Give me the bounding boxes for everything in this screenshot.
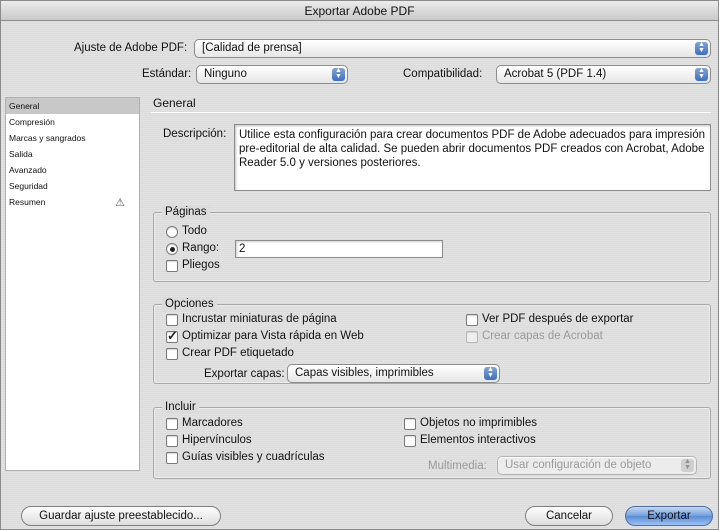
acrobat-layers-label: Crear capas de Acrobat — [482, 330, 603, 342]
non-printing-label: Objetos no imprimibles — [420, 417, 537, 429]
export-pdf-dialog: Exportar Adobe PDF Ajuste de Adobe PDF: … — [0, 0, 719, 530]
range-input[interactable]: 2 — [235, 240, 443, 258]
options-title: Opciones — [162, 297, 217, 311]
non-printing-checkbox[interactable] — [404, 418, 416, 430]
compat-label: Compatibilidad: — [403, 68, 483, 80]
sidebar-item-output[interactable]: Salida — [6, 146, 139, 162]
embed-thumbnails-checkbox[interactable] — [166, 314, 178, 326]
export-layers-label: Exportar capas: — [204, 368, 285, 380]
embed-thumbnails-label: Incrustar miniaturas de página — [182, 313, 337, 325]
category-list: General Compresión Marcas y sangrados Sa… — [5, 97, 140, 471]
sidebar-item-advanced[interactable]: Avanzado — [6, 162, 139, 178]
description-text[interactable]: Utilice esta configuración para crear do… — [234, 124, 711, 191]
tagged-pdf-label: Crear PDF etiquetado — [182, 347, 294, 359]
all-pages-label: Todo — [182, 225, 207, 237]
sidebar-item-general[interactable]: General — [6, 98, 139, 114]
sidebar-item-security[interactable]: Seguridad — [6, 178, 139, 194]
include-title: Incluir — [162, 400, 199, 414]
standard-select[interactable]: Ninguno ▲ ▼ — [196, 65, 348, 84]
export-layers-select[interactable]: Capas visibles, imprimibles ▲ ▼ — [287, 364, 500, 383]
description-label: Descripción: — [163, 128, 227, 140]
all-pages-radio[interactable] — [166, 226, 178, 238]
save-preset-button[interactable]: Guardar ajuste preestablecido... — [21, 506, 221, 526]
export-button[interactable]: Exportar — [625, 506, 713, 526]
multimedia-label: Multimedia: — [428, 460, 487, 472]
multimedia-select[interactable]: Usar configuración de objeto ▲ ▼ — [497, 456, 697, 475]
acrobat-layers-checkbox[interactable] — [466, 331, 478, 343]
multimedia-value: Usar configuración de objeto — [505, 459, 652, 471]
sidebar-item-marks-bleeds[interactable]: Marcas y sangrados — [6, 130, 139, 146]
preset-value: [Calidad de prensa] — [202, 42, 302, 54]
popup-arrows-icon: ▲ ▼ — [695, 41, 708, 55]
range-radio[interactable] — [166, 243, 178, 255]
compat-select[interactable]: Acrobat 5 (PDF 1.4) ▲ ▼ — [496, 65, 711, 84]
compat-value: Acrobat 5 (PDF 1.4) — [504, 68, 607, 80]
cancel-button[interactable]: Cancelar — [525, 506, 613, 526]
optimize-web-label: Optimizar para Vista rápida en Web — [182, 330, 364, 342]
interactive-checkbox[interactable] — [404, 435, 416, 447]
hyperlinks-checkbox[interactable] — [166, 435, 178, 447]
section-divider — [151, 112, 711, 113]
popup-arrows-icon: ▲ ▼ — [484, 366, 497, 380]
warning-icon: ⚠ — [115, 197, 125, 209]
standard-value: Ninguno — [204, 68, 247, 80]
popup-arrows-icon: ▲ ▼ — [695, 67, 708, 81]
export-layers-value: Capas visibles, imprimibles — [295, 367, 434, 379]
view-after-label: Ver PDF después de exportar — [482, 313, 634, 325]
hyperlinks-label: Hipervínculos — [182, 434, 252, 446]
popup-arrows-icon: ▲ ▼ — [332, 67, 345, 81]
interactive-label: Elementos interactivos — [420, 434, 536, 446]
bookmarks-checkbox[interactable] — [166, 418, 178, 430]
window-title: Exportar Adobe PDF — [1, 1, 718, 21]
standard-label: Estándar: — [142, 68, 192, 80]
bookmarks-label: Marcadores — [182, 417, 243, 429]
tagged-pdf-checkbox[interactable] — [166, 348, 178, 360]
spreads-checkbox[interactable] — [166, 260, 178, 272]
sidebar-item-summary[interactable]: Resumen ⚠ — [6, 194, 139, 210]
popup-arrows-icon: ▲ ▼ — [681, 458, 694, 472]
preset-select[interactable]: [Calidad de prensa] ▲ ▼ — [194, 39, 711, 58]
guides-checkbox[interactable] — [166, 452, 178, 464]
section-title: General — [153, 96, 196, 110]
spreads-label: Pliegos — [182, 259, 220, 271]
sidebar-item-compression[interactable]: Compresión — [6, 114, 139, 130]
pages-title: Páginas — [162, 205, 210, 219]
preset-label: Ajuste de Adobe PDF: — [74, 42, 188, 54]
guides-label: Guías visibles y cuadrículas — [182, 451, 325, 463]
range-label: Rango: — [182, 242, 220, 254]
view-after-checkbox[interactable] — [466, 314, 478, 326]
optimize-web-checkbox[interactable] — [166, 328, 178, 344]
